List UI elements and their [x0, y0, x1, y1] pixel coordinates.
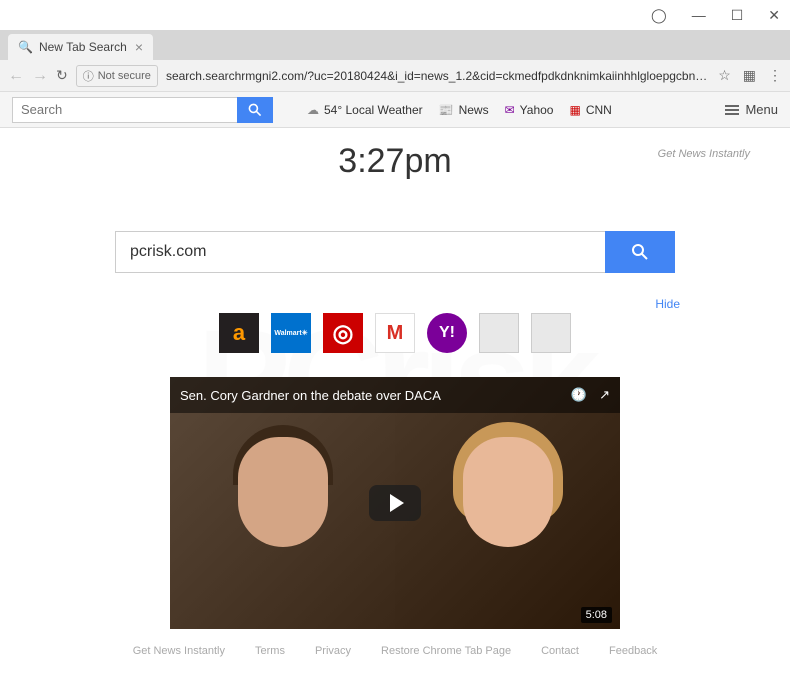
- main-search-input[interactable]: [115, 231, 605, 273]
- shortcut-target[interactable]: ◎: [323, 313, 363, 353]
- shortcut-yahoo[interactable]: Y!: [427, 313, 467, 353]
- menu-dots-icon[interactable]: ⋮: [768, 67, 782, 84]
- yahoo-icon: ✉: [505, 103, 515, 117]
- video-duration: 5:08: [581, 607, 612, 623]
- browser-tab[interactable]: 🔍 New Tab Search ×: [8, 34, 153, 60]
- toolbar-search-input[interactable]: [12, 97, 237, 123]
- tab-close-icon[interactable]: ×: [135, 39, 143, 55]
- weather-label: 54° Local Weather: [324, 103, 423, 117]
- window-controls: ◯ — ☐ ✕: [0, 0, 790, 30]
- video-player[interactable]: Sen. Cory Gardner on the debate over DAC…: [170, 377, 620, 629]
- search-icon: [630, 242, 650, 262]
- security-label: Not secure: [98, 70, 151, 82]
- extension-icon[interactable]: ▦: [743, 67, 756, 84]
- footer-restore[interactable]: Restore Chrome Tab Page: [381, 645, 511, 657]
- user-icon[interactable]: ◯: [651, 7, 667, 24]
- page-content: PCrisk Get News Instantly 3:27pm Hide a …: [0, 128, 790, 629]
- forward-button[interactable]: →: [32, 67, 48, 85]
- shortcut-news1[interactable]: [479, 313, 519, 353]
- footer-terms[interactable]: Terms: [255, 645, 285, 657]
- search-icon: 🔍: [18, 40, 33, 54]
- menu-button[interactable]: Menu: [725, 102, 778, 117]
- search-icon: [247, 102, 263, 118]
- menu-label: Menu: [745, 102, 778, 117]
- news-label: News: [459, 103, 489, 117]
- shortcut-gmail[interactable]: M: [375, 313, 415, 353]
- cnn-link[interactable]: ▦ CNN: [569, 103, 611, 117]
- tab-title: New Tab Search: [39, 40, 127, 54]
- footer-contact[interactable]: Contact: [541, 645, 579, 657]
- shortcut-news2[interactable]: [531, 313, 571, 353]
- close-window-button[interactable]: ✕: [768, 7, 780, 24]
- get-news-link[interactable]: Get News Instantly: [658, 148, 750, 160]
- page-toolbar: ☁ 54° Local Weather 📰 News ✉ Yahoo ▦ CNN…: [0, 92, 790, 128]
- footer-get-news[interactable]: Get News Instantly: [133, 645, 225, 657]
- clock-display: 3:27pm: [30, 142, 760, 181]
- star-icon[interactable]: ☆: [718, 67, 731, 84]
- yahoo-link[interactable]: ✉ Yahoo: [505, 103, 554, 117]
- footer: Get News Instantly Terms Privacy Restore…: [0, 645, 790, 657]
- tab-bar: 🔍 New Tab Search ×: [0, 30, 790, 60]
- play-button[interactable]: [369, 485, 421, 521]
- cnn-label: CNN: [586, 103, 612, 117]
- video-title: Sen. Cory Gardner on the debate over DAC…: [180, 388, 441, 403]
- weather-icon: ☁: [307, 103, 319, 117]
- back-button[interactable]: ←: [8, 67, 24, 85]
- shortcuts-row: Hide a Walmart✳ ◎ M Y!: [30, 313, 760, 353]
- shortcut-walmart[interactable]: Walmart✳: [271, 313, 311, 353]
- minimize-button[interactable]: —: [692, 7, 706, 23]
- info-icon: ⓘ: [83, 68, 94, 84]
- news-icon: 📰: [439, 103, 454, 117]
- maximize-button[interactable]: ☐: [731, 7, 744, 24]
- yahoo-label: Yahoo: [520, 103, 554, 117]
- shortcut-amazon[interactable]: a: [219, 313, 259, 353]
- reload-button[interactable]: ↻: [56, 67, 68, 84]
- weather-link[interactable]: ☁ 54° Local Weather: [307, 103, 423, 117]
- watch-later-icon[interactable]: 🕐: [571, 387, 587, 403]
- cnn-icon: ▦: [569, 103, 580, 117]
- toolbar-search: [12, 97, 273, 123]
- toolbar-search-button[interactable]: [237, 97, 273, 123]
- news-link[interactable]: 📰 News: [439, 103, 489, 117]
- footer-feedback[interactable]: Feedback: [609, 645, 657, 657]
- hamburger-icon: [725, 105, 739, 115]
- address-bar: ← → ↻ ⓘ Not secure search.searchrmgni2.c…: [0, 60, 790, 92]
- video-header: Sen. Cory Gardner on the debate over DAC…: [170, 377, 620, 413]
- footer-privacy[interactable]: Privacy: [315, 645, 351, 657]
- main-search: [30, 231, 760, 273]
- toolbar-links: ☁ 54° Local Weather 📰 News ✉ Yahoo ▦ CNN: [307, 103, 612, 117]
- hide-link[interactable]: Hide: [655, 297, 680, 311]
- url-input[interactable]: search.searchrmgni2.com/?uc=20180424&i_i…: [166, 69, 710, 83]
- main-search-button[interactable]: [605, 231, 675, 273]
- share-icon[interactable]: ↗: [599, 387, 610, 403]
- security-badge[interactable]: ⓘ Not secure: [76, 65, 158, 87]
